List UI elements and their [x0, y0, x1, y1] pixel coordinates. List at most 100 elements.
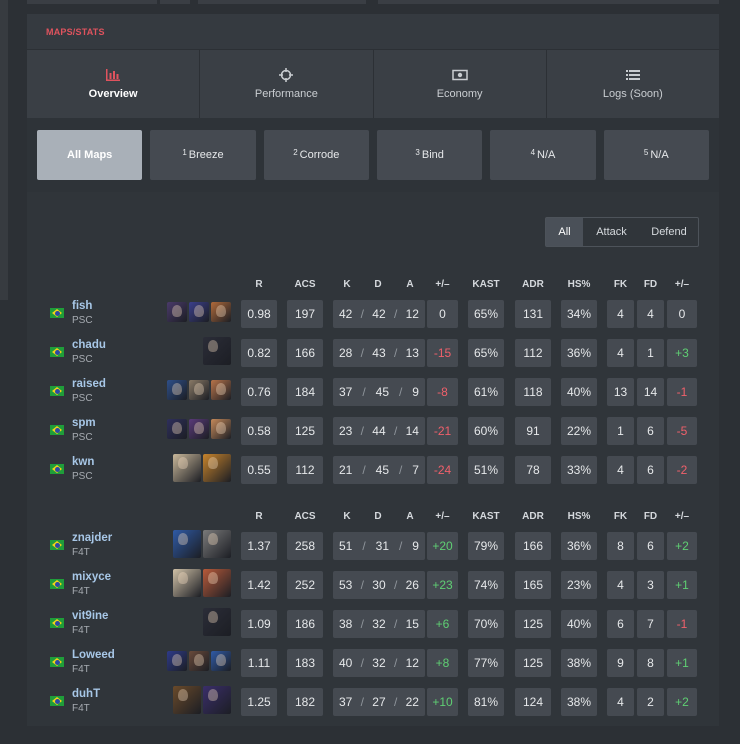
stat-d: 43 [372, 346, 386, 360]
header-fpm: +/– [674, 511, 690, 522]
stat-fk: 4 [607, 339, 634, 367]
map-button-all[interactable]: All Maps [37, 130, 143, 180]
stat-fk: 4 [607, 300, 634, 328]
kda-separator: / [360, 695, 364, 709]
stat-fk: 8 [607, 532, 634, 560]
stat-fk: 4 [607, 571, 634, 599]
stat-adr: 112 [515, 339, 551, 367]
stat-pm: +23 [427, 571, 458, 599]
stat-adr: 91 [515, 417, 551, 445]
player-name[interactable]: Loweed [72, 649, 115, 661]
agent-icon [189, 380, 209, 400]
map-button-corrode[interactable]: 2 Corrode [263, 130, 369, 180]
player-name[interactable]: chadu [72, 339, 106, 351]
player-row: fish PSC 0.98 197 42/42/12 0 65% 131 34% 4 4 0 [27, 300, 719, 330]
player-team: PSC [72, 315, 93, 326]
stat-fk: 4 [607, 456, 634, 484]
stat-fpm: -5 [667, 417, 697, 445]
agent-icon [189, 651, 209, 671]
brazil-flag-icon [50, 386, 64, 396]
stat-adr: 166 [515, 532, 551, 560]
stat-acs: 252 [287, 571, 323, 599]
stat-pm: +8 [427, 649, 458, 677]
stat-hs: 34% [561, 300, 597, 328]
stat-r: 1.42 [241, 571, 277, 599]
stat-hs: 23% [561, 571, 597, 599]
kda-separator: / [393, 307, 398, 321]
stat-fk: 1 [607, 417, 634, 445]
stat-a: 12 [405, 307, 419, 321]
kda-separator: / [393, 424, 398, 438]
map-button-5[interactable]: 5 N/A [603, 130, 709, 180]
stat-k: 37 [339, 695, 353, 709]
map-button-4[interactable]: 4 N/A [490, 130, 596, 180]
stat-acs: 197 [287, 300, 323, 328]
stat-a: 14 [405, 424, 419, 438]
header-kast: KAST [472, 279, 500, 290]
header-k: K [343, 511, 351, 522]
stat-d: 45 [375, 463, 389, 477]
map-button-bind[interactable]: 3 Bind [376, 130, 483, 180]
player-name[interactable]: znajder [72, 532, 112, 544]
agent-icon [211, 380, 231, 400]
player-name[interactable]: kwn [72, 456, 94, 468]
kda-cell: 40 / 32 / 12 [333, 649, 425, 677]
side-toggle-defend[interactable]: Defend [640, 218, 698, 246]
brazil-flag-icon [50, 579, 64, 589]
tab-performance[interactable]: Performance [200, 50, 374, 118]
stats-area: All Attack Defend R ACS K D A +/– KAST ADR HS% FK… [27, 192, 719, 726]
stat-r: 1.37 [241, 532, 277, 560]
stat-fk: 9 [607, 649, 634, 677]
stat-fd: 14 [637, 378, 664, 406]
stat-k: 37 [339, 385, 353, 399]
agent-icons [203, 337, 231, 369]
side-toggle-attack[interactable]: Attack [583, 218, 640, 246]
stat-fk: 13 [607, 378, 634, 406]
player-name[interactable]: mixyce [72, 571, 111, 583]
kda-separator: / [360, 617, 364, 631]
player-name[interactable]: raised [72, 378, 106, 390]
stat-fpm: -1 [667, 610, 697, 638]
stat-fd: 8 [637, 649, 664, 677]
header-a: A [406, 511, 414, 522]
stat-k: 40 [339, 656, 353, 670]
player-name[interactable]: vit9ine [72, 610, 108, 622]
tab-economy[interactable]: Economy [374, 50, 547, 118]
stat-r: 0.76 [241, 378, 277, 406]
map-button-breeze[interactable]: 1 Breeze [150, 130, 256, 180]
stat-fpm: 0 [667, 300, 697, 328]
agent-icon [189, 302, 209, 322]
stat-a: 22 [405, 695, 419, 709]
stat-adr: 78 [515, 456, 551, 484]
header-d: D [374, 279, 382, 290]
stat-kast: 51% [468, 456, 504, 484]
money-icon [451, 69, 468, 81]
agent-icon [211, 651, 231, 671]
agent-icon [167, 419, 187, 439]
stat-fpm: -1 [667, 378, 697, 406]
stat-pm: -8 [427, 378, 458, 406]
section-label: MAPS/STATS [46, 27, 105, 37]
stat-kast: 70% [468, 610, 504, 638]
stat-k: 53 [339, 578, 353, 592]
player-name[interactable]: spm [72, 417, 96, 429]
top-strip [27, 0, 157, 4]
player-name[interactable]: fish [72, 300, 92, 312]
player-team: PSC [72, 393, 93, 404]
agent-icons [167, 302, 231, 322]
tab-logs[interactable]: Logs (Soon) [547, 50, 719, 118]
kda-cell: 37 / 27 / 22 [333, 688, 425, 716]
header-kast: KAST [472, 511, 500, 522]
top-strip [378, 0, 719, 4]
kda-separator: / [360, 656, 364, 670]
player-row: vit9ine F4T 1.09 186 38 / 32 / 15 +6 70% 125 40% 6 7 -1 [27, 608, 719, 640]
stat-hs: 38% [561, 649, 597, 677]
header-fd: FD [643, 279, 658, 290]
header-d: D [374, 511, 382, 522]
side-toggle-all[interactable]: All [546, 218, 583, 246]
tab-overview[interactable]: Overview [27, 50, 201, 118]
player-name[interactable]: duhT [72, 688, 100, 700]
agent-icon [203, 569, 231, 597]
kda-separator: / [362, 385, 366, 399]
stat-hs: 22% [561, 417, 597, 445]
